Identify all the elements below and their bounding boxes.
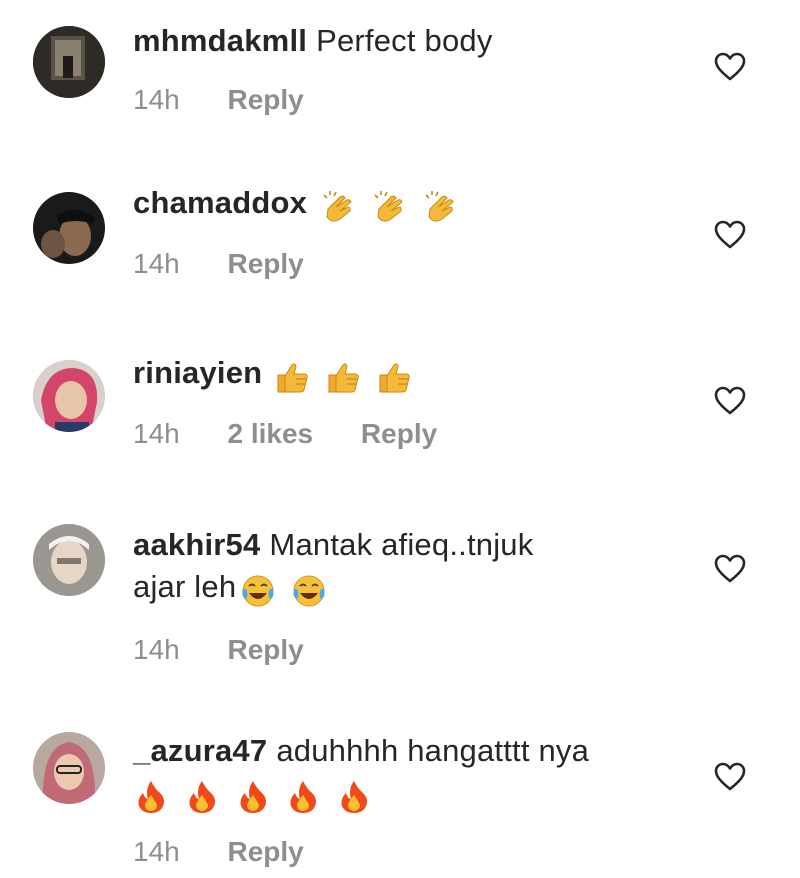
fire-icon — [240, 780, 266, 813]
comment-username[interactable]: chamaddox — [133, 185, 307, 220]
comment-row: chamaddox 14h Reply — [0, 170, 800, 330]
heart-outline-icon[interactable] — [714, 762, 746, 792]
reply-button[interactable]: Reply — [228, 82, 304, 118]
comment-time: 14h — [133, 84, 180, 115]
clapping-hands-icon — [425, 190, 454, 222]
comment-row: _azura47 aduhhhh hangatttt nya 14h Reply — [0, 720, 800, 878]
avatar[interactable] — [33, 524, 105, 596]
thumbs-up-icon — [277, 363, 309, 393]
comment-row: aakhir54 Mantak afieq..tnjuk ajar leh 14h — [0, 512, 800, 682]
avatar[interactable] — [33, 26, 105, 98]
emoji-group — [240, 568, 333, 610]
reply-button[interactable]: Reply — [228, 632, 304, 668]
comment-username[interactable]: mhmdakmll — [133, 23, 307, 58]
comment-text: aakhir54 Mantak afieq..tnjuk ajar leh — [133, 524, 700, 610]
comment-time: 14h — [133, 835, 180, 867]
tears-of-joy-icon — [293, 575, 325, 607]
comment-text: mhmdakmll Perfect body — [133, 20, 700, 62]
avatar[interactable] — [33, 192, 105, 264]
emoji-group — [133, 774, 378, 816]
comment-time: 14h — [133, 417, 180, 449]
comment-text: _azura47 aduhhhh hangatttt nya — [133, 730, 700, 816]
comment-message: aduhhhh hangatttt nya — [276, 733, 590, 768]
reply-button[interactable]: Reply — [228, 834, 304, 870]
comment-message: Mantak afieq..tnjuk — [269, 527, 534, 562]
thumbs-up-icon — [379, 363, 410, 393]
clapping-hands-icon — [323, 190, 352, 222]
comment-time: 14h — [133, 247, 180, 279]
comment-message: Perfect body — [316, 23, 493, 58]
comment-username[interactable]: aakhir54 — [133, 527, 260, 562]
tears-of-joy-icon — [242, 575, 274, 607]
reply-button[interactable]: Reply — [361, 416, 437, 452]
fire-icon — [341, 780, 368, 813]
heart-outline-icon[interactable] — [714, 554, 746, 584]
heart-outline-icon[interactable] — [714, 386, 746, 416]
fire-icon — [138, 780, 164, 813]
heart-outline-icon[interactable] — [714, 220, 746, 250]
reply-button[interactable]: Reply — [228, 246, 304, 282]
emoji-group — [275, 354, 419, 396]
comment-username[interactable]: riniayien — [133, 355, 262, 390]
heart-outline-icon[interactable] — [714, 52, 746, 82]
comment-message-continued: ajar leh — [133, 569, 237, 604]
avatar[interactable] — [33, 732, 105, 804]
comment-text: riniayien — [133, 352, 700, 396]
likes-count[interactable]: 2 likes — [228, 416, 314, 452]
fire-icon — [290, 780, 317, 813]
comment-row: mhmdakmll Perfect body 14h Reply — [0, 0, 800, 160]
avatar[interactable] — [33, 360, 105, 432]
comment-row: riniayien 14h 2 likes Reply — [0, 340, 800, 500]
comment-meta: 14h Reply — [133, 834, 700, 870]
comment-meta: 14h Reply — [133, 82, 700, 118]
clapping-hands-icon — [374, 190, 403, 222]
comment-meta: 14h 2 likes Reply — [133, 416, 700, 452]
comment-time: 14h — [133, 633, 180, 665]
fire-icon — [189, 780, 215, 813]
comment-meta: 14h Reply — [133, 246, 700, 282]
comment-meta: 14h Reply — [133, 632, 700, 668]
comment-username[interactable]: _azura47 — [133, 733, 267, 768]
comment-text: chamaddox — [133, 182, 700, 226]
thumbs-up-icon — [328, 363, 359, 393]
emoji-group — [320, 184, 464, 226]
